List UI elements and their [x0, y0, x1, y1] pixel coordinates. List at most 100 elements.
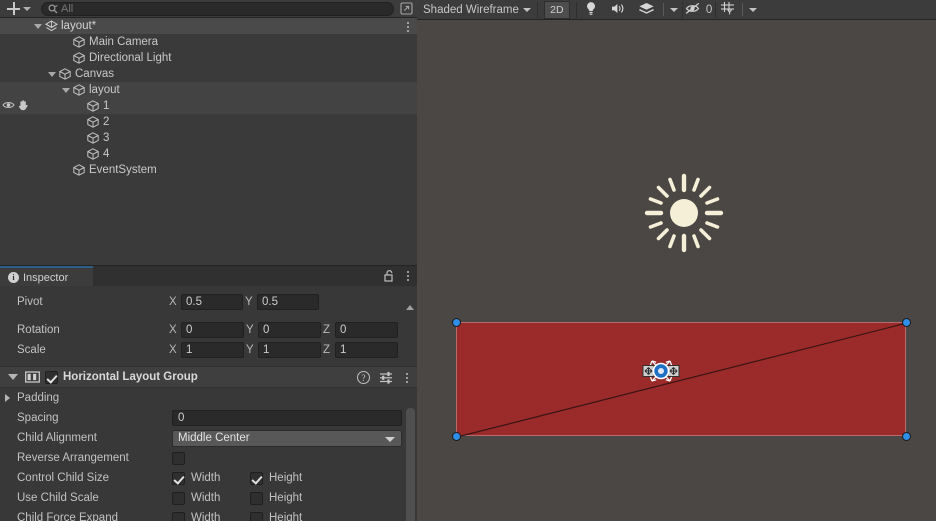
toggle-scene-audio[interactable]	[605, 0, 633, 19]
hierarchy-item-2[interactable]: 2	[0, 114, 417, 130]
hierarchy-item-main-camera[interactable]: Main Camera	[0, 34, 417, 50]
foldout-expanded-icon[interactable]	[32, 23, 44, 29]
gameobject-cube-icon	[72, 164, 86, 176]
inspector-kebab-menu-icon[interactable]	[403, 269, 413, 282]
grid-visibility-icon	[720, 1, 736, 18]
property-label: Spacing	[17, 412, 59, 424]
use-child-scale-width-checkbox[interactable]	[172, 491, 185, 505]
axis-label-y: Y	[246, 324, 254, 336]
control-child-size-height-label: Height	[269, 472, 303, 484]
toggle-2d-mode[interactable]: 2D	[543, 0, 570, 19]
toggle-hidden-objects[interactable]	[683, 0, 705, 19]
rect-handle-bottom-left[interactable]	[452, 432, 461, 441]
toggle-scene-lighting[interactable]	[577, 0, 605, 19]
hierarchy-item-directional-light[interactable]: Directional Light	[0, 50, 417, 66]
use-child-scale-height-item[interactable]: Height	[250, 491, 328, 505]
child-force-expand-width-checkbox[interactable]	[172, 511, 185, 521]
axis-input-y[interactable]: 1	[258, 342, 321, 358]
hierarchy-item-layout[interactable]: layout*	[0, 18, 417, 34]
help-icon[interactable]: ?	[357, 371, 370, 384]
hierarchy-item-label: Canvas	[75, 68, 114, 80]
scene-effects-button[interactable]	[633, 0, 661, 19]
draw-mode-dropdown[interactable]: Shaded Wireframe	[417, 0, 537, 19]
hierarchy-search-input[interactable]: All	[41, 1, 394, 16]
control-child-size-height-checkbox[interactable]	[250, 471, 263, 485]
component-header-actions: ?	[357, 371, 412, 384]
hierarchy-item-eventsystem[interactable]: EventSystem	[0, 162, 417, 178]
property-label: Scale	[17, 344, 46, 356]
component-header-horizontal-layout-group[interactable]: Horizontal Layout Group ?	[0, 366, 417, 388]
rect-handle-top-right[interactable]	[902, 318, 911, 327]
control-child-size-height-item[interactable]: Height	[250, 471, 328, 485]
property-label: Child Force Expand	[17, 512, 118, 521]
hierarchy-item-label: 2	[103, 116, 110, 128]
child-force-expand-width-item[interactable]: Width	[172, 511, 250, 521]
axis-field-y: Y0	[244, 322, 321, 338]
property-label: Rotation	[17, 324, 60, 336]
hierarchy-item-layout[interactable]: layout	[0, 82, 417, 98]
hierarchy-toolbar: All	[0, 0, 417, 18]
rect-move-pivot-handle-icon[interactable]	[639, 356, 683, 386]
property-label: Use Child Scale	[17, 492, 99, 504]
rect-handle-bottom-right[interactable]	[902, 432, 911, 441]
axis-label-z: Z	[323, 324, 331, 336]
directional-light-sun-icon[interactable]	[641, 170, 727, 256]
component-foldout-icon[interactable]	[8, 374, 18, 380]
use-child-scale-height-checkbox[interactable]	[250, 491, 263, 505]
control-child-size-width-label: Width	[191, 472, 221, 484]
scene-kebab-menu-icon[interactable]	[403, 20, 413, 33]
padlock-open-icon[interactable]	[383, 269, 395, 282]
axis-input-z[interactable]: 1	[335, 342, 398, 358]
child-alignment-dropdown[interactable]: Middle Center	[172, 429, 402, 447]
vector-field-group: X1Y1Z1	[167, 342, 398, 358]
padding-foldout-icon[interactable]	[5, 394, 10, 402]
hierarchy-tree[interactable]: layout* Main Camera Directional Light Canva…	[0, 18, 417, 265]
horizontal-layout-icon	[25, 370, 40, 384]
inspector-tabstrip: i Inspector	[0, 265, 417, 287]
component-enabled-checkbox[interactable]	[45, 370, 58, 384]
component-kebab-menu-icon[interactable]	[402, 371, 412, 384]
lightbulb-icon	[585, 1, 597, 19]
axis-input-x[interactable]: 0.5	[181, 294, 243, 310]
child-force-expand-height-checkbox[interactable]	[250, 511, 263, 521]
axis-input-y[interactable]: 0	[258, 322, 321, 338]
use-child-scale-checkbox-pair: Width Height	[172, 491, 328, 505]
preset-sliders-icon[interactable]	[379, 371, 393, 384]
create-gameobject-button[interactable]	[0, 0, 37, 17]
axis-label-x: X	[169, 324, 177, 336]
toggle-grid-visibility[interactable]	[716, 0, 740, 19]
rect-handle-top-left[interactable]	[452, 318, 461, 327]
axis-input-x[interactable]: 1	[181, 342, 244, 358]
axis-input-z[interactable]: 0	[335, 322, 398, 338]
hierarchy-item-1[interactable]: 1	[0, 98, 417, 114]
control-child-size-width-item[interactable]: Width	[172, 471, 250, 485]
axis-field-z: Z0	[321, 322, 398, 338]
scene-view-canvas[interactable]	[417, 20, 936, 521]
eye-crossed-icon	[685, 2, 702, 18]
scene-effects-dropdown[interactable]	[666, 0, 682, 19]
scene-icon	[44, 20, 58, 32]
control-child-size-width-checkbox[interactable]	[172, 471, 185, 485]
use-child-scale-width-item[interactable]: Width	[172, 491, 250, 505]
grid-settings-dropdown[interactable]	[745, 0, 761, 19]
spacing-input[interactable]: 0	[172, 410, 402, 426]
visibility-gutter	[0, 98, 32, 114]
axis-field-x: X0	[167, 322, 244, 338]
hierarchy-item-canvas[interactable]: Canvas	[0, 66, 417, 82]
tab-inspector[interactable]: i Inspector	[0, 268, 93, 287]
child-force-expand-height-item[interactable]: Height	[250, 511, 328, 521]
hand-pickability-icon[interactable]	[17, 99, 29, 114]
inspector-body: Pivot X 0.5 Y 0.5 Rotation X 0 Y 0 Z 0 Scale X 1 Y 1 Z 1 H…	[0, 286, 417, 521]
foldout-expanded-icon[interactable]	[60, 87, 72, 93]
open-in-window-icon[interactable]	[398, 2, 414, 16]
mode-2d-label: 2D	[550, 3, 564, 16]
hierarchy-item-4[interactable]: 4	[0, 146, 417, 162]
hierarchy-item-3[interactable]: 3	[0, 130, 417, 146]
eye-visibility-icon[interactable]	[2, 100, 15, 113]
reverse-arrangement-checkbox[interactable]	[172, 451, 185, 465]
gameobject-cube-icon	[72, 84, 86, 96]
foldout-expanded-icon[interactable]	[46, 71, 58, 77]
axis-input-x[interactable]: 0	[181, 322, 244, 338]
gameobject-cube-icon	[86, 116, 100, 128]
axis-input-y[interactable]: 0.5	[257, 294, 319, 310]
